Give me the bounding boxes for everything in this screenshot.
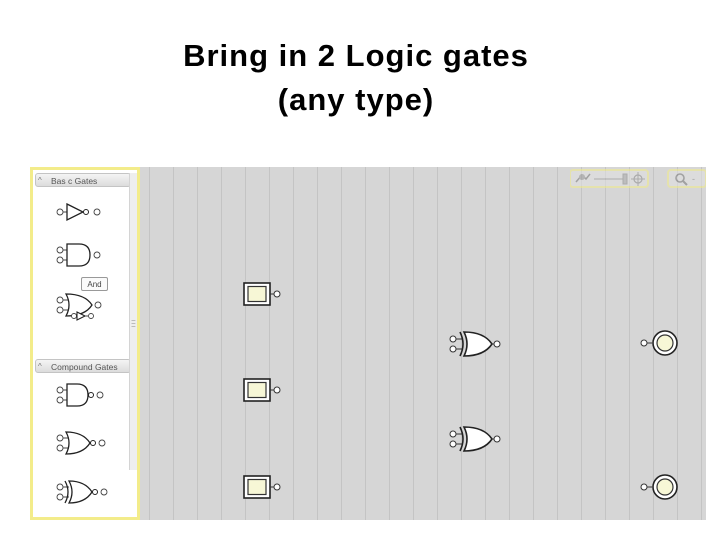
nand-gate-icon[interactable] (56, 383, 104, 407)
palette-gates-svg (56, 202, 108, 504)
slide-title-line1: Bring in 2 Logic gates (183, 38, 529, 73)
slide-title-line2: (any type) (277, 82, 435, 117)
canvas-toolbar: - (570, 169, 706, 189)
gate-palette: ^ Bas c Gates And ^ Compound Gates ‒ ‒ ‒ (30, 167, 140, 520)
and-gate-icon[interactable] (56, 243, 101, 267)
buffer-gate-icon[interactable] (56, 202, 101, 222)
svg-text:-: - (692, 174, 695, 184)
palette-scrollbar[interactable]: ‒ ‒ ‒ (129, 173, 137, 470)
nor-gate-icon[interactable] (56, 431, 106, 455)
scroll-grip-icon[interactable]: ‒ ‒ ‒ (131, 317, 136, 330)
slide-title: Bring in 2 Logic gates (any type) (0, 34, 712, 122)
compound-gates-header[interactable]: ^ Compound Gates (35, 359, 131, 373)
logic-simulator-app: - ^ Bas c Gates And ^ Compound Gates ‒ ‒… (30, 167, 706, 520)
gate-tooltip: And (81, 277, 108, 291)
xnor-gate-icon[interactable] (56, 480, 108, 504)
collapse-caret-icon[interactable]: ^ (38, 360, 42, 374)
